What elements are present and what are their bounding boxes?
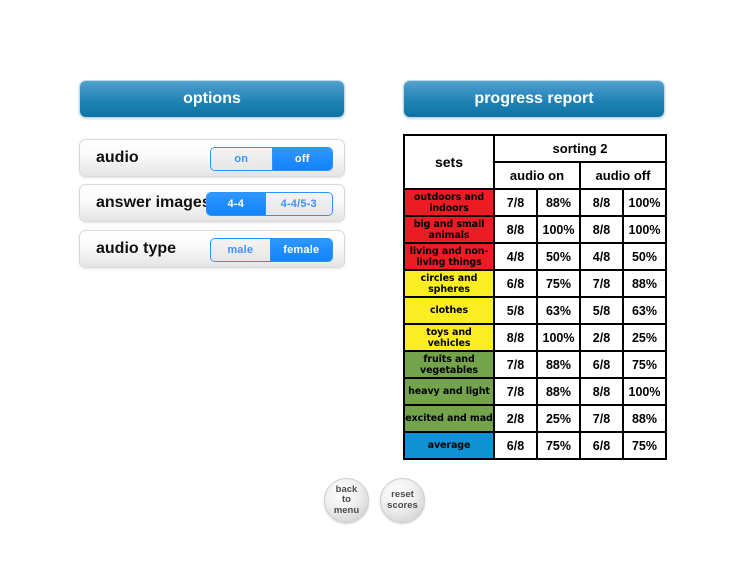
progress-report-table: sets sorting 2 audio on audio off outdoo… [403, 134, 667, 460]
progress-report-header-button[interactable]: progress report [403, 80, 665, 118]
table-row: fruits and vegetables 7/8 88% 6/8 75% [403, 350, 667, 379]
set-name-cell: clothes [403, 296, 495, 325]
set-name-cell: living and non-living things [403, 242, 495, 271]
table-body: outdoors and indoors 7/8 88% 8/8 100% big and… [403, 188, 667, 460]
audio-on-percent-cell: 25% [536, 404, 581, 433]
audio-on-percent-cell: 50% [536, 242, 581, 271]
audio-off-score-cell: 8/8 [579, 188, 624, 217]
set-name-cell: excited and mad [403, 404, 495, 433]
segmented-control-answer-images: 4-4 4-4/5-3 [206, 192, 333, 216]
segment-option-audio-type-1[interactable]: female [269, 239, 332, 261]
table-header-row-group: sets sorting 2 [403, 134, 667, 190]
audio-off-score-cell: 7/8 [579, 404, 624, 433]
audio-on-score-cell: 8/8 [493, 215, 538, 244]
audio-on-score-cell: 5/8 [493, 296, 538, 325]
option-row-answer-images: answer images 4-4 4-4/5-3 [79, 184, 345, 222]
table-header: sets sorting 2 audio on audio off [403, 134, 667, 190]
reset-scores-button[interactable]: reset scores [380, 478, 425, 523]
audio-off-score-cell: 4/8 [579, 242, 624, 271]
audio-on-score-cell: 8/8 [493, 323, 538, 352]
audio-on-score-cell: 7/8 [493, 350, 538, 379]
reset-scores-label: reset scores [387, 489, 418, 511]
options-header-label: options [183, 90, 241, 107]
audio-off-score-cell: 8/8 [579, 377, 624, 406]
set-name-cell: circles and spheres [403, 269, 495, 298]
audio-off-percent-cell: 50% [622, 242, 667, 271]
option-row-audio-type: audio type male female [79, 230, 345, 268]
option-label-answer-images: answer images [96, 194, 211, 211]
segment-option-answer-images-1[interactable]: 4-4/5-3 [264, 193, 332, 215]
audio-off-score-cell: 5/8 [579, 296, 624, 325]
segmented-control-audio: on off [210, 147, 333, 171]
segment-option-answer-images-0[interactable]: 4-4 [207, 193, 265, 215]
set-name-cell: toys and vehicles [403, 323, 495, 352]
column-header-audio-off: audio off [579, 161, 667, 190]
table-row: excited and mad 2/8 25% 7/8 88% [403, 404, 667, 433]
audio-off-score-cell: 6/8 [579, 431, 624, 460]
audio-on-percent-cell: 88% [536, 377, 581, 406]
table-row: circles and spheres 6/8 75% 7/8 88% [403, 269, 667, 298]
audio-on-percent-cell: 75% [536, 431, 581, 460]
segment-option-audio-1[interactable]: off [271, 148, 332, 170]
audio-on-score-cell: 2/8 [493, 404, 538, 433]
option-label-audio: audio [96, 149, 139, 166]
audio-off-score-cell: 7/8 [579, 269, 624, 298]
audio-on-percent-cell: 75% [536, 269, 581, 298]
set-name-cell: outdoors and indoors [403, 188, 495, 217]
audio-off-score-cell: 8/8 [579, 215, 624, 244]
audio-on-score-cell: 7/8 [493, 188, 538, 217]
app-screen: options audio on off answer images 4-4 4-4/5-… [0, 0, 750, 563]
audio-off-percent-cell: 75% [622, 431, 667, 460]
table-row: big and small animals 8/8 100% 8/8 100% [403, 215, 667, 244]
audio-off-percent-cell: 25% [622, 323, 667, 352]
set-name-cell: heavy and light [403, 377, 495, 406]
table-row: outdoors and indoors 7/8 88% 8/8 100% [403, 188, 667, 217]
audio-on-percent-cell: 88% [536, 350, 581, 379]
table-row: living and non-living things 4/8 50% 4/8 50% [403, 242, 667, 271]
reset-scores-line-1: reset [391, 489, 414, 500]
option-label-audio-type: audio type [96, 240, 177, 257]
audio-on-score-cell: 6/8 [493, 431, 538, 460]
column-header-audio-on: audio on [493, 161, 581, 190]
reset-scores-line-2: scores [387, 499, 418, 511]
audio-off-percent-cell: 100% [622, 188, 667, 217]
audio-off-percent-cell: 63% [622, 296, 667, 325]
audio-on-percent-cell: 100% [536, 323, 581, 352]
table-row: toys and vehicles 8/8 100% 2/8 25% [403, 323, 667, 352]
set-name-cell: big and small animals [403, 215, 495, 244]
back-to-menu-button[interactable]: back to menu [324, 478, 369, 523]
segmented-control-audio-type: male female [210, 238, 333, 262]
segment-option-audio-0[interactable]: on [211, 148, 272, 170]
options-header-button[interactable]: options [79, 80, 345, 118]
audio-on-score-cell: 4/8 [493, 242, 538, 271]
audio-on-score-cell: 6/8 [493, 269, 538, 298]
progress-report-header-label: progress report [474, 90, 594, 107]
audio-off-percent-cell: 75% [622, 350, 667, 379]
segment-option-audio-type-0[interactable]: male [211, 239, 270, 261]
audio-off-percent-cell: 88% [622, 269, 667, 298]
option-row-audio: audio on off [79, 139, 345, 177]
audio-on-percent-cell: 100% [536, 215, 581, 244]
table-row: average 6/8 75% 6/8 75% [403, 431, 667, 460]
audio-on-percent-cell: 88% [536, 188, 581, 217]
audio-off-percent-cell: 88% [622, 404, 667, 433]
back-to-menu-label: back to menu [333, 484, 360, 517]
column-header-sorting-group: sorting 2 [493, 134, 667, 163]
back-to-menu-line-3: menu [333, 504, 360, 516]
table-row: clothes 5/8 63% 5/8 63% [403, 296, 667, 325]
column-header-sets: sets [403, 134, 495, 190]
audio-on-score-cell: 7/8 [493, 377, 538, 406]
set-name-cell: average [403, 431, 495, 460]
set-name-cell: fruits and vegetables [403, 350, 495, 379]
audio-on-percent-cell: 63% [536, 296, 581, 325]
table-row: heavy and light 7/8 88% 8/8 100% [403, 377, 667, 406]
audio-off-percent-cell: 100% [622, 215, 667, 244]
audio-off-score-cell: 2/8 [579, 323, 624, 352]
audio-off-percent-cell: 100% [622, 377, 667, 406]
audio-off-score-cell: 6/8 [579, 350, 624, 379]
